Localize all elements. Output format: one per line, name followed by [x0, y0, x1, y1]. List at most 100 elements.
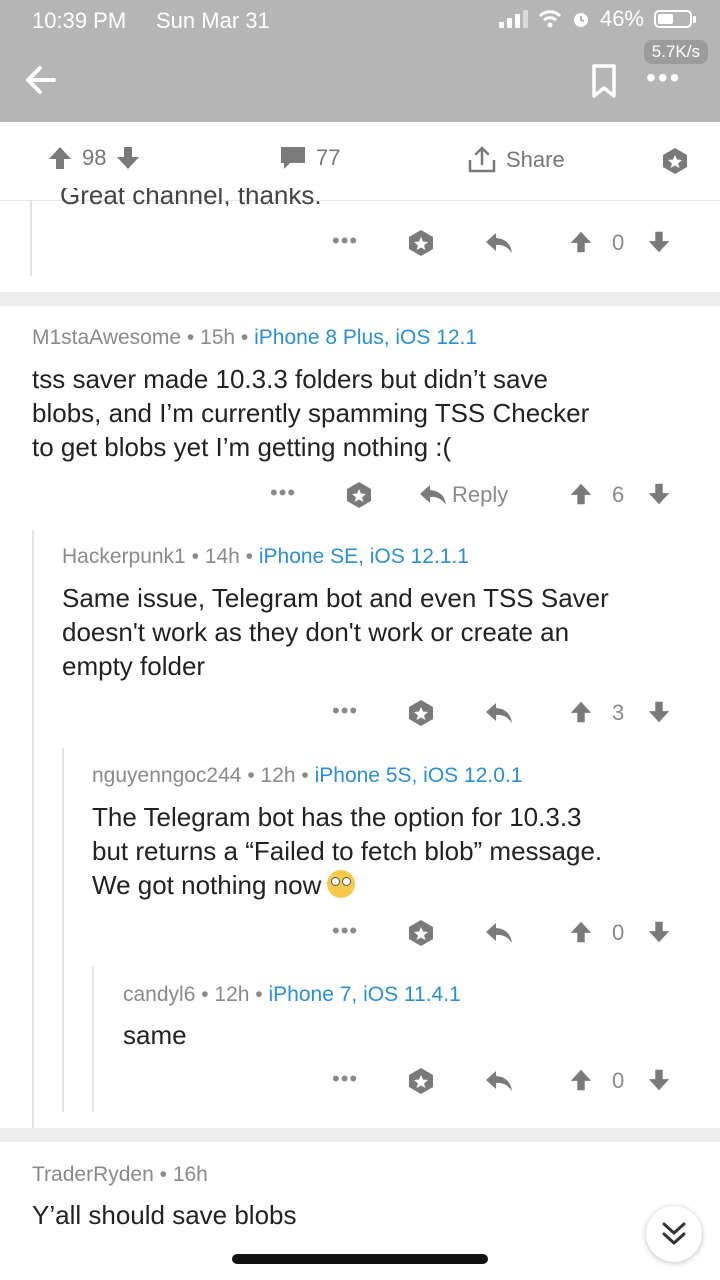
eye-roll-emoji-icon — [327, 870, 356, 898]
comment-body: Same issue, Telegram bot and even TSS Sa… — [62, 581, 702, 683]
reply-arrow-icon[interactable] — [484, 228, 514, 258]
comment-meta: TraderRyden • 16h — [32, 1163, 208, 1186]
signal-icon — [498, 10, 528, 28]
more-dots-icon[interactable]: ••• — [270, 480, 296, 506]
comment-score: 0 — [612, 230, 625, 255]
downvote-icon[interactable] — [646, 228, 672, 256]
comment-author[interactable]: TraderRyden — [32, 1163, 154, 1186]
award-icon[interactable] — [406, 918, 436, 948]
post-score: 98 — [82, 145, 107, 170]
back-arrow-icon[interactable] — [20, 58, 64, 102]
comment-device: iPhone 5S, iOS 12.0.1 — [314, 764, 523, 787]
reply-arrow-icon — [420, 485, 446, 505]
award-icon[interactable] — [406, 228, 436, 258]
comment-line: to get blobs yet I’m getting nothing :( — [32, 432, 452, 462]
scroll-down-button[interactable] — [646, 1206, 702, 1262]
upvote-icon[interactable] — [568, 698, 594, 726]
comment-bubble-icon — [281, 147, 305, 169]
comment-line: tss saver made 10.3.3 folders but didn’t… — [32, 364, 548, 394]
comment-author[interactable]: candyl6 — [123, 983, 195, 1006]
more-dots-icon[interactable]: ••• — [332, 1066, 358, 1092]
upvote-icon[interactable] — [568, 228, 594, 256]
battery-icon — [654, 10, 696, 28]
award-icon[interactable] — [406, 1066, 436, 1096]
upvote-icon[interactable] — [46, 144, 74, 172]
comment-meta: M1staAwesome • 15h • iPhone 8 Plus, iOS … — [32, 326, 478, 349]
reply-button[interactable]: Reply — [418, 480, 508, 510]
downvote-icon[interactable] — [646, 698, 672, 726]
status-time: 10:39 PM — [32, 8, 127, 33]
comment-actions: ••• 3 — [0, 698, 720, 734]
comment-line: Same issue, Telegram bot and even TSS Sa… — [62, 583, 609, 613]
alarm-icon — [573, 13, 588, 27]
comment-age: 16h — [172, 1163, 208, 1186]
comment-meta: candyl6 • 12h • iPhone 7, iOS 11.4.1 — [123, 983, 461, 1006]
comment-author[interactable]: Hackerpunk1 — [62, 545, 186, 568]
reply-label: Reply — [452, 482, 509, 507]
more-dots-icon[interactable]: ••• — [332, 698, 358, 724]
comment-body: The Telegram bot has the option for 10.3… — [92, 800, 707, 902]
more-options-icon[interactable]: ••• — [646, 64, 686, 92]
award-icon[interactable] — [406, 698, 436, 728]
comment-device: iPhone SE, iOS 12.1.1 — [258, 545, 469, 568]
comment-age: 15h — [200, 326, 236, 349]
award-icon[interactable] — [660, 146, 690, 176]
comment-line-text: We got nothing now — [92, 870, 322, 900]
comment-actions: ••• 0 — [0, 1066, 720, 1102]
status-date: Sun Mar 31 — [156, 8, 270, 33]
comment-body: tss saver made 10.3.3 folders but didn’t… — [32, 362, 702, 464]
reply-arrow-icon[interactable] — [484, 1066, 514, 1096]
upvote-icon[interactable] — [568, 480, 594, 508]
network-speed-badge: 5.7K/s — [643, 40, 708, 64]
comment-device: iPhone 7, iOS 11.4.1 — [268, 983, 461, 1006]
comments-count-button[interactable]: 77 — [278, 144, 340, 172]
more-dots-icon[interactable]: ••• — [332, 918, 358, 944]
double-chevron-down-icon — [662, 1222, 686, 1245]
comment-line: same — [123, 1020, 187, 1050]
comment-author[interactable]: nguyenngoc244 — [92, 764, 241, 787]
comment-body-partial: Great channel, thanks. — [60, 188, 322, 206]
comment-age: 12h — [214, 983, 250, 1006]
share-label: Share — [506, 147, 565, 172]
comment-meta: Hackerpunk1 • 14h • iPhone SE, iOS 12.1.… — [62, 545, 469, 568]
comment-line: Y’all should save blobs — [32, 1200, 297, 1230]
wifi-icon — [538, 10, 562, 28]
reply-arrow-icon[interactable] — [484, 918, 514, 948]
comment-line: We got nothing now — [92, 868, 707, 902]
more-dots-icon[interactable]: ••• — [332, 228, 358, 254]
share-icon — [468, 146, 496, 173]
app-header: 10:39 PM Sun Mar 31 46% 5.7K/s ••• — [0, 0, 720, 122]
comment-score: 0 — [612, 1068, 625, 1093]
downvote-icon[interactable] — [646, 1066, 672, 1094]
comment-actions: ••• 0 — [0, 918, 720, 954]
downvote-icon[interactable] — [646, 480, 672, 508]
comment-line: The Telegram bot has the option for 10.3… — [92, 802, 582, 832]
reply-arrow-icon[interactable] — [484, 698, 514, 728]
comment-line: but returns a “Failed to fetch blob” mes… — [92, 836, 603, 866]
comment-score: 3 — [612, 700, 625, 725]
comment-line: blobs, and I’m currently spamming TSS Ch… — [32, 398, 590, 428]
comment-line: doesn't work as they don't work or creat… — [62, 617, 570, 647]
comment-meta: nguyenngoc244 • 12h • iPhone 5S, iOS 12.… — [92, 764, 523, 787]
battery-percent: 46% — [599, 6, 644, 31]
status-indicators: 46% — [498, 6, 696, 32]
thread-line — [32, 530, 34, 1130]
comment-actions: ••• Reply 6 — [0, 480, 720, 516]
post-vote-group: 98 — [46, 144, 142, 172]
upvote-icon[interactable] — [568, 1066, 594, 1094]
comment-device: iPhone 8 Plus, iOS 12.1 — [254, 326, 478, 349]
comment-actions-partial: ••• 0 — [0, 228, 720, 264]
home-indicator[interactable] — [232, 1254, 488, 1264]
share-button[interactable]: Share — [466, 144, 565, 176]
comment-body: Y’all should save blobs — [32, 1198, 632, 1232]
comment-body: same — [123, 1018, 703, 1052]
downvote-icon[interactable] — [646, 918, 672, 946]
comment-line: empty folder — [62, 651, 206, 681]
comment-author[interactable]: M1staAwesome — [32, 326, 181, 349]
downvote-icon[interactable] — [114, 144, 142, 172]
upvote-icon[interactable] — [568, 918, 594, 946]
award-icon[interactable] — [344, 480, 374, 510]
comment-age: 14h — [204, 545, 240, 568]
bookmark-icon[interactable] — [588, 62, 620, 102]
comment-age: 12h — [260, 764, 296, 787]
